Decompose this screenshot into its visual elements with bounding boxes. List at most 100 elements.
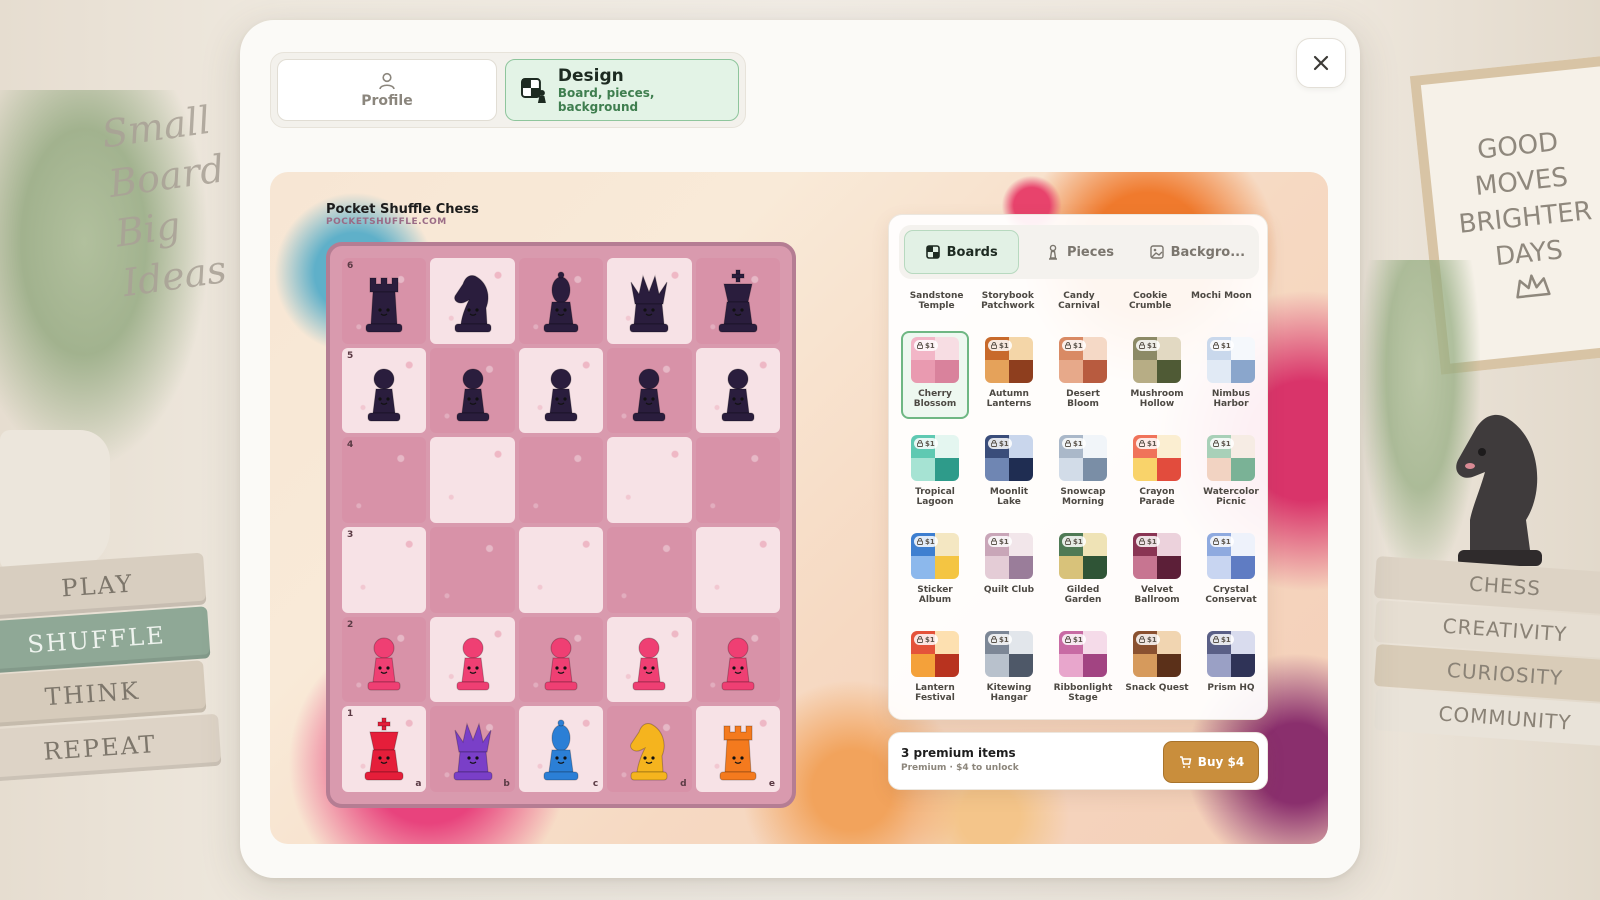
theme-swatch: $1	[1059, 533, 1107, 579]
lock-icon	[917, 636, 923, 643]
swatch-cell	[1009, 654, 1033, 677]
tab-pieces[interactable]: Pieces	[1023, 230, 1136, 274]
theme-tile[interactable]: $1 Snowcap Morning	[1049, 429, 1117, 517]
lock-icon	[991, 538, 997, 545]
board-square[interactable]	[695, 258, 780, 344]
pawn-dark-piece[interactable]	[445, 355, 501, 425]
theme-tile[interactable]: $1 Cherry Blossom	[901, 331, 969, 419]
tab-backgrounds[interactable]: Backgro...	[1141, 230, 1254, 274]
board-square[interactable]: d	[607, 706, 692, 792]
theme-tile[interactable]: $1 Velvet Ballroom	[1123, 527, 1191, 615]
board-square[interactable]: 3	[342, 526, 427, 613]
bishop-dark-piece[interactable]	[533, 266, 589, 336]
theme-tile[interactable]: $1 Desert Bloom	[1049, 331, 1117, 419]
theme-name[interactable]: Mochi Moon	[1186, 291, 1257, 311]
rook-dark-piece[interactable]	[356, 266, 412, 336]
queen-purple-piece[interactable]	[445, 714, 501, 784]
theme-tile[interactable]: $1 Tropical Lagoon	[901, 429, 969, 517]
board-square[interactable]: c	[518, 706, 604, 792]
theme-tile[interactable]: $1 Nimbus Harbor	[1197, 331, 1265, 419]
board-square[interactable]	[695, 347, 780, 434]
theme-tile[interactable]: $1 Quilt Club	[975, 527, 1043, 615]
pawn-pink-piece[interactable]	[621, 624, 677, 694]
tab-design[interactable]: Design Board, pieces, background	[505, 59, 739, 121]
pawn-pink-piece[interactable]	[356, 624, 412, 694]
file-label: e	[768, 778, 775, 789]
theme-name[interactable]: Cookie Crumble	[1115, 291, 1186, 311]
board-square[interactable]	[430, 258, 515, 344]
board-square[interactable]: 6	[342, 258, 427, 344]
lock-price-badge: $1	[1136, 340, 1160, 351]
board-square[interactable]: 2	[342, 616, 427, 703]
pawn-dark-piece[interactable]	[621, 355, 677, 425]
board-square[interactable]: 5	[342, 347, 427, 434]
board-square[interactable]	[607, 437, 692, 523]
board-square[interactable]	[518, 616, 604, 703]
swatch-cell	[985, 654, 1009, 677]
board-square[interactable]	[518, 526, 604, 613]
pawn-dark-piece[interactable]	[356, 355, 412, 425]
lock-price-badge: $1	[914, 634, 938, 645]
tab-boards[interactable]: Boards	[904, 230, 1020, 274]
theme-name: Tropical Lagoon	[915, 487, 955, 507]
board-square[interactable]	[518, 347, 604, 434]
theme-tile[interactable]: $1 Mushroom Hollow	[1123, 331, 1191, 419]
pawn-pink-piece[interactable]	[533, 624, 589, 694]
board-square[interactable]	[430, 526, 515, 613]
board-square[interactable]	[518, 437, 604, 523]
rook-orange-piece[interactable]	[710, 714, 766, 784]
rank-label: 1	[347, 709, 354, 720]
board-square[interactable]	[430, 616, 515, 703]
pawn-dark-piece[interactable]	[710, 355, 766, 425]
board-square[interactable]	[607, 616, 692, 703]
theme-tile[interactable]: $1 Crystal Conservat	[1197, 527, 1265, 615]
theme-tile[interactable]: $1 Sticker Album	[901, 527, 969, 615]
theme-tile[interactable]: $1 Autumn Lanterns	[975, 331, 1043, 419]
tab-design-subtitle: Board, pieces, background	[557, 86, 655, 114]
theme-tile[interactable]: $1 Crayon Parade	[1123, 429, 1191, 517]
theme-tile[interactable]: $1 Lantern Festival	[901, 625, 969, 713]
theme-tile[interactable]: $1 Ribbonlight Stage	[1049, 625, 1117, 713]
theme-tile[interactable]: $1 Snack Quest	[1123, 625, 1191, 713]
close-button[interactable]	[1296, 38, 1346, 88]
theme-tile[interactable]: $1 Watercolor Picnic	[1197, 429, 1265, 517]
queen-dark-piece[interactable]	[621, 266, 677, 336]
pawn-pink-piece[interactable]	[710, 624, 766, 694]
board-square[interactable]	[430, 437, 515, 523]
board-square[interactable]	[695, 437, 780, 523]
board-square[interactable]: b	[430, 706, 515, 792]
board-square[interactable]	[518, 258, 604, 344]
mode-tab-switcher: Profile Design Board, pieces, background	[270, 52, 746, 128]
theme-tile[interactable]: $1 Gilded Garden	[1049, 527, 1117, 615]
board-square[interactable]	[695, 616, 780, 703]
king-dark-piece[interactable]	[710, 266, 766, 336]
board-square[interactable]	[607, 347, 692, 434]
board-square[interactable]	[607, 258, 692, 344]
board-square[interactable]: e	[695, 706, 780, 792]
king-red-piece[interactable]	[356, 714, 412, 784]
swatch-cell	[1207, 654, 1231, 677]
theme-tile[interactable]: $1 Prism HQ	[1197, 625, 1265, 713]
theme-name[interactable]: Candy Carnival	[1043, 291, 1114, 311]
theme-tile[interactable]: $1 Moonlit Lake	[975, 429, 1043, 517]
cart-icon	[1179, 756, 1192, 768]
tab-profile[interactable]: Profile	[277, 59, 497, 121]
theme-name[interactable]: Storybook Patchwork	[972, 291, 1043, 311]
buy-button[interactable]: Buy $4	[1163, 741, 1259, 783]
board-square[interactable]	[607, 526, 692, 613]
pawn-pink-piece[interactable]	[445, 624, 501, 694]
board-square[interactable]: 1a	[342, 706, 427, 792]
board-square[interactable]	[695, 526, 780, 613]
knight-dark-piece[interactable]	[445, 266, 501, 336]
pawn-dark-piece[interactable]	[533, 355, 589, 425]
tab-profile-label: Profile	[361, 93, 413, 109]
swatch-cell	[1009, 435, 1033, 458]
bishop-blue-piece[interactable]	[533, 714, 589, 784]
board-square[interactable]	[430, 347, 515, 434]
theme-name: Kitewing Hangar	[986, 683, 1032, 703]
knight-yellow-piece[interactable]	[621, 714, 677, 784]
tab-boards-label: Boards	[946, 244, 998, 260]
theme-name[interactable]: Sandstone Temple	[901, 291, 972, 311]
theme-tile[interactable]: $1 Kitewing Hangar	[975, 625, 1043, 713]
board-square[interactable]: 4	[342, 437, 427, 523]
